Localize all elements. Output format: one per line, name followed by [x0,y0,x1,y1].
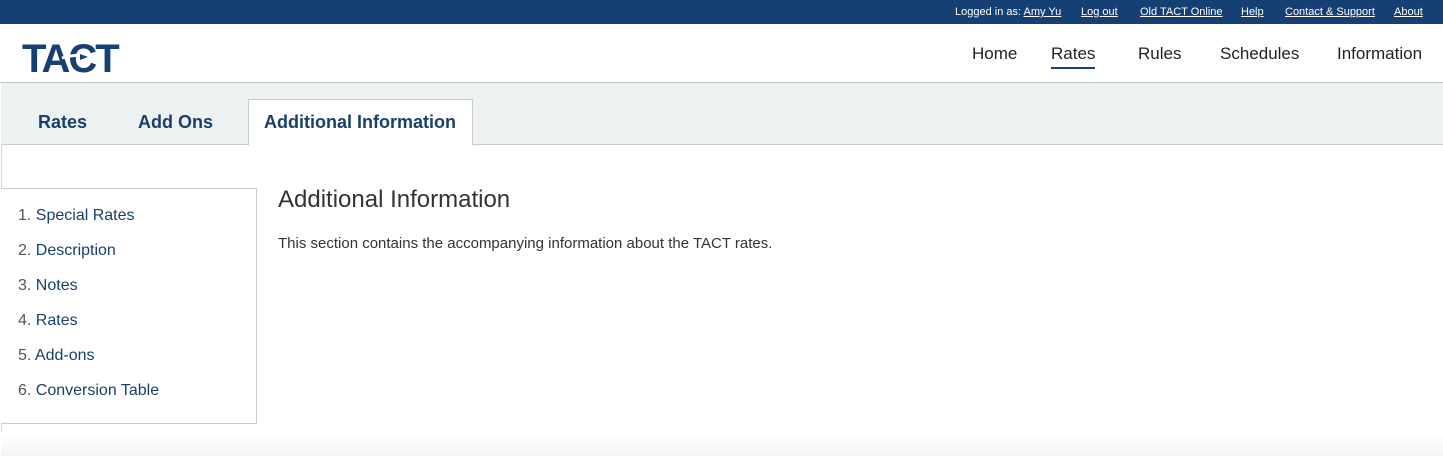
nav-rules[interactable]: Rules [1138,44,1181,64]
page-description: This section contains the accompanying i… [278,235,773,252]
sidebar-item-number: 6. [18,382,32,399]
sidebar-item-description[interactable]: 2. Description [18,242,116,260]
sidebar-item-label: Conversion Table [35,382,160,399]
sidebar-item-add-ons[interactable]: 5. Add-ons [18,347,95,365]
sidebar-item-rates[interactable]: 4. Rates [18,312,78,330]
nav-schedules[interactable]: Schedules [1220,44,1299,64]
site-header: TACT Home Rates Rules Schedules Informat… [0,24,1443,83]
sidebar-item-number: 2. [18,242,32,259]
sidebar-item-conversion-table[interactable]: 6. Conversion Table [18,382,159,400]
sidebar-item-number: 1. [18,207,32,224]
old-tact-online-link[interactable]: Old TACT Online [1140,6,1223,18]
footer-strip [1,432,1443,456]
sidebar-item-special-rates[interactable]: 1. Special Rates [18,207,135,225]
tab-additional-information[interactable]: Additional Information [264,112,456,133]
nav-home[interactable]: Home [972,44,1017,64]
sidebar-item-label: Add-ons [34,347,95,364]
section-sidebar: 1. Special Rates 2. Description 3. Notes… [1,188,257,424]
sidebar-item-number: 3. [18,277,32,294]
page-title: Additional Information [278,186,511,213]
about-link[interactable]: About [1394,6,1423,18]
sidebar-item-number: 5. [18,347,32,364]
tab-rates[interactable]: Rates [38,112,87,133]
tact-logo[interactable]: TACT [22,39,126,75]
utility-bar: Logged in as: Amy Yu Log out Old TACT On… [0,0,1443,24]
subtab-bar: Rates Add Ons Additional Information [1,83,1443,146]
logout-link[interactable]: Log out [1081,6,1118,18]
user-name-link[interactable]: Amy Yu [1024,6,1062,18]
sidebar-item-label: Description [35,242,116,259]
tab-add-ons[interactable]: Add Ons [138,112,213,133]
logged-in-label: Logged in as: [955,6,1022,18]
sidebar-item-notes[interactable]: 3. Notes [18,277,78,295]
contact-support-link[interactable]: Contact & Support [1285,6,1375,18]
sidebar-item-label: Special Rates [35,207,135,224]
nav-rates[interactable]: Rates [1051,44,1096,69]
sidebar-item-label: Rates [35,312,78,329]
help-link[interactable]: Help [1241,6,1264,18]
logged-in-info: Logged in as: Amy Yu [955,6,1061,18]
nav-information[interactable]: Information [1337,44,1422,64]
sidebar-item-label: Notes [35,277,78,294]
sidebar-item-number: 4. [18,312,32,329]
